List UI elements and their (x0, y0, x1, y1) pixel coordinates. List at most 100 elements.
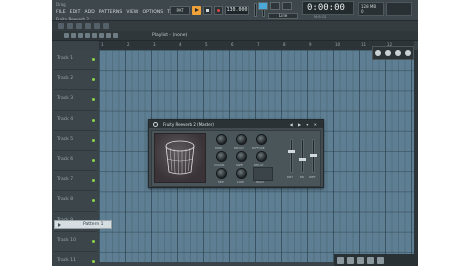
menu-patterns[interactable]: PATTERNS (99, 10, 123, 15)
taskbar-icon-5[interactable] (377, 256, 384, 264)
piano-roll-icon[interactable] (67, 23, 73, 29)
track-led[interactable] (92, 199, 95, 203)
track-header[interactable]: Track 7 (54, 171, 97, 192)
mixer-icon[interactable] (85, 23, 91, 29)
taskbar (334, 254, 418, 266)
select-tool-icon[interactable] (99, 33, 104, 38)
taskbar-icon-4[interactable] (367, 256, 374, 264)
transport: PAT 130.000 (170, 3, 265, 17)
record-button[interactable] (214, 5, 223, 15)
pattern-selector[interactable]: Pattern 1 (54, 220, 112, 229)
track-header[interactable]: Track 2 (54, 70, 97, 91)
vertical-scrollbar[interactable] (414, 50, 418, 262)
menu-options[interactable]: OPTIONS (142, 10, 163, 15)
browser-icon[interactable] (94, 23, 100, 29)
diffuse-knob[interactable] (256, 134, 267, 145)
delay-knob[interactable] (256, 151, 267, 162)
track-header[interactable]: Track 4 (54, 111, 97, 131)
track-label: Track 4 (57, 116, 74, 122)
mic-icon[interactable] (395, 50, 401, 56)
menu-add[interactable]: ADD (84, 10, 94, 15)
knob-label: SEP (218, 180, 224, 184)
knob-label: COLOR (214, 163, 225, 167)
mod-knob[interactable] (216, 134, 227, 145)
track-header[interactable]: Track 6 (54, 151, 97, 172)
track-header[interactable]: Track 5 (54, 131, 97, 151)
track-led[interactable] (92, 78, 95, 82)
window-controls[interactable]: ◀ ▶ ▾ ✕ (290, 122, 319, 127)
color-knob[interactable] (216, 151, 227, 162)
low-knob[interactable] (236, 168, 247, 179)
track-label: Track 5 (57, 136, 74, 142)
playlist-window-icon[interactable] (58, 23, 64, 29)
metronome-icon[interactable] (375, 50, 381, 56)
channel-rack-icon[interactable] (76, 23, 82, 29)
track-led[interactable] (92, 239, 95, 243)
track-label: Track 2 (57, 76, 74, 82)
knob-label: HIGH (256, 180, 264, 184)
bar-number: 3 (153, 42, 156, 47)
sep-knob[interactable] (216, 168, 227, 179)
gear-icon[interactable] (153, 121, 158, 127)
size-knob[interactable] (236, 151, 247, 162)
track-header[interactable]: Track 3 (54, 90, 97, 111)
track-led[interactable] (92, 179, 95, 183)
paint-tool-icon[interactable] (71, 33, 76, 38)
fader-label: DRY (287, 175, 294, 179)
wait-icon[interactable] (385, 50, 391, 56)
early-reflection-fader[interactable] (299, 139, 306, 173)
track-label: Track 3 (57, 96, 74, 102)
snap-button-2[interactable] (270, 2, 280, 10)
track-label: Track 1 (57, 56, 74, 61)
playlist-title: Playlist - (none) (152, 33, 188, 38)
timeline-ruler[interactable]: 1 2 3 4 5 6 7 8 9 10 11 12 (99, 41, 414, 50)
taskbar-icon-1[interactable] (337, 256, 344, 264)
dry-fader[interactable] (288, 139, 295, 173)
pattern-song-toggle[interactable]: PAT (170, 5, 190, 15)
top-bar: Drag FILE EDIT ADD PATTERNS VIEW OPTIONS… (52, 0, 418, 22)
delete-tool-icon[interactable] (78, 33, 83, 38)
snap-button-1[interactable] (258, 2, 268, 10)
fader-label: ER (300, 175, 304, 179)
plugin-window: Fruity Reeverb 2 (Master) ◀ ▶ ▾ ✕ MOD DE… (148, 119, 324, 188)
plugin-title-bar[interactable]: Fruity Reeverb 2 (Master) ◀ ▶ ▾ ✕ (149, 120, 323, 128)
master-volume-slider[interactable] (254, 3, 257, 17)
playlist-header: Playlist - (none) (52, 31, 418, 41)
track-headers: Track 1 Track 2 Track 3 Track 4 Track 5 … (54, 50, 97, 263)
knob-label: MOD (215, 146, 223, 150)
playback-tool-icon[interactable] (113, 33, 118, 38)
track-led[interactable] (92, 158, 95, 162)
cpu-readout: 0 (361, 9, 364, 14)
mute-tool-icon[interactable] (85, 33, 90, 38)
draw-tool-icon[interactable] (64, 33, 69, 38)
menu-file[interactable]: FILE (56, 10, 66, 15)
track-header[interactable]: Track 10 (54, 232, 97, 252)
reverb-space-graphic (165, 140, 195, 175)
taskbar-icon-3[interactable] (357, 256, 364, 264)
slice-tool-icon[interactable] (92, 33, 97, 38)
tempo-display[interactable]: 130.000 (225, 5, 249, 15)
zoom-tool-icon[interactable] (106, 33, 111, 38)
snap-button-3[interactable] (282, 2, 292, 10)
menu-view[interactable]: VIEW (126, 10, 138, 15)
track-header[interactable]: Track 11 (54, 252, 97, 266)
track-header[interactable]: Track 1 (54, 50, 97, 71)
snap-select[interactable]: Line (268, 13, 298, 19)
decay-knob[interactable] (236, 134, 247, 145)
track-led[interactable] (92, 118, 95, 122)
wet-fader[interactable] (310, 139, 317, 173)
taskbar-icon-2[interactable] (347, 256, 354, 264)
track-header[interactable]: Track 8 (54, 191, 97, 212)
track-led[interactable] (92, 259, 95, 263)
plugin-picker-icon[interactable] (103, 23, 109, 29)
track-led[interactable] (92, 98, 95, 102)
stop-button[interactable] (203, 5, 212, 15)
play-button[interactable] (192, 5, 201, 15)
loop-icon[interactable] (405, 50, 411, 56)
fl-studio-window: Drag FILE EDIT ADD PATTERNS VIEW OPTIONS… (52, 0, 418, 266)
song-time-display[interactable]: 0:00:00 (302, 1, 354, 15)
menu-edit[interactable]: EDIT (70, 10, 81, 15)
track-led[interactable] (92, 138, 95, 142)
bar-number: 4 (179, 42, 182, 47)
track-led[interactable] (92, 58, 95, 61)
